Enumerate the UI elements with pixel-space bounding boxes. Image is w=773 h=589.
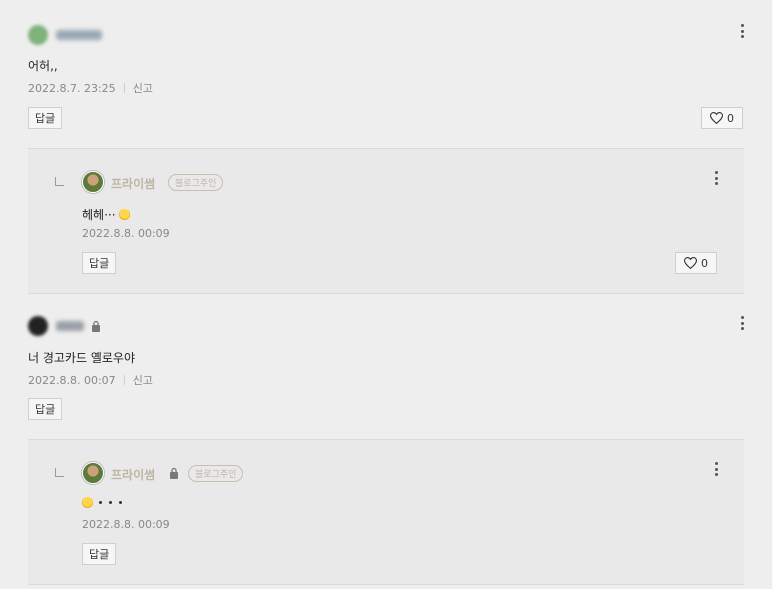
- heart-icon: [710, 112, 723, 124]
- nerd-face-icon: [82, 497, 93, 508]
- report-link[interactable]: 신고: [133, 372, 153, 388]
- divider: [123, 83, 125, 93]
- comment-item: 어허,, 2022.8.7. 23:25 신고 답글 0: [0, 0, 772, 148]
- reply-author-name[interactable]: 프라이썸: [111, 466, 155, 483]
- like-button[interactable]: 0: [675, 252, 717, 274]
- comment-date: 2022.8.7. 23:25: [28, 81, 116, 95]
- comment-meta: 2022.8.7. 23:25 신고: [28, 80, 153, 96]
- avatar[interactable]: [28, 316, 48, 336]
- avatar[interactable]: [82, 462, 104, 484]
- heart-icon: [684, 257, 697, 269]
- reply-item: 프라이썸 블로그주인 2022.8.8. 00:09 답글: [28, 439, 744, 585]
- comment-date: 2022.8.8. 00:07: [28, 373, 116, 387]
- lock-icon: [170, 467, 178, 479]
- comment-meta: 2022.8.8. 00:07 신고: [28, 372, 153, 388]
- owner-badge: 블로그주인: [188, 465, 244, 482]
- reply-button[interactable]: 답글: [28, 398, 63, 420]
- reply-text: 헤헤···: [82, 206, 130, 223]
- like-count: 0: [727, 111, 734, 125]
- owner-badge: 블로그주인: [168, 174, 224, 191]
- comment-text: 어허,,: [28, 59, 58, 73]
- reply-date: 2022.8.8. 00:09: [82, 227, 170, 240]
- comment-text: 너 경고카드 옐로우야: [28, 351, 135, 365]
- more-options-icon[interactable]: [713, 171, 719, 185]
- divider: [123, 375, 125, 385]
- comment-author: [28, 25, 102, 45]
- like-button[interactable]: 0: [701, 107, 743, 129]
- author-name-blurred[interactable]: [56, 30, 102, 40]
- comment-author: [28, 316, 101, 336]
- ellipsis-dots: [99, 501, 122, 504]
- more-options-icon[interactable]: [739, 316, 745, 330]
- reply-indent-icon: [55, 177, 64, 186]
- more-options-icon[interactable]: [713, 462, 719, 476]
- reply-date: 2022.8.8. 00:09: [82, 518, 170, 531]
- reply-text: [82, 497, 122, 508]
- comment-item: 너 경고카드 옐로우야 2022.8.8. 00:07 신고 답글: [0, 294, 773, 440]
- author-name-blurred[interactable]: [56, 321, 84, 331]
- like-count: 0: [701, 256, 708, 270]
- avatar[interactable]: [28, 25, 48, 45]
- comment-section: 어허,, 2022.8.7. 23:25 신고 답글 0 프라이썸 블로그주인 …: [0, 0, 773, 589]
- reply-button[interactable]: 답글: [28, 107, 63, 129]
- reply-author-name[interactable]: 프라이썸: [111, 175, 155, 192]
- more-options-icon[interactable]: [739, 24, 745, 38]
- report-link[interactable]: 신고: [133, 80, 153, 96]
- reply-item: 프라이썸 블로그주인 헤헤··· 2022.8.8. 00:09 답글 0: [28, 148, 744, 294]
- avatar[interactable]: [82, 171, 104, 193]
- reply-button[interactable]: 답글: [82, 543, 117, 565]
- lock-icon: [92, 320, 100, 332]
- grinning-sweat-icon: [118, 209, 130, 220]
- reply-indent-icon: [55, 468, 64, 477]
- reply-button[interactable]: 답글: [82, 252, 117, 274]
